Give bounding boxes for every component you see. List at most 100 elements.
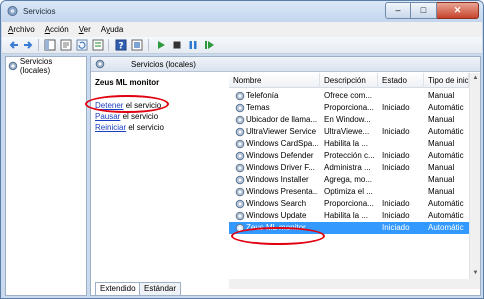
service-gear-icon bbox=[235, 211, 245, 221]
service-row[interactable]: Ubicador de llama... En Window... Manual bbox=[229, 114, 480, 126]
minimize-button[interactable]: ‒ bbox=[385, 2, 411, 19]
service-description-cell: En Window... bbox=[324, 115, 371, 124]
pause-icon[interactable] bbox=[187, 39, 199, 51]
service-row[interactable]: Windows CardSpa... Habilita la ... Manual bbox=[229, 138, 480, 150]
service-startup-cell: Automátic bbox=[428, 199, 464, 208]
service-startup-cell: Automátic bbox=[428, 103, 464, 112]
pause-service-link[interactable]: Pausar bbox=[95, 112, 120, 121]
column-description[interactable]: Descripción bbox=[320, 73, 378, 88]
service-description-cell: Protección c... bbox=[324, 151, 375, 160]
title-bar[interactable]: Servicios ‒ □ ✕ bbox=[1, 1, 483, 22]
menu-accion[interactable]: Acción bbox=[45, 25, 69, 34]
service-description-panel: Zeus ML monitor Detener el servicio Paus… bbox=[91, 73, 229, 279]
horizontal-scrollbar[interactable] bbox=[229, 279, 480, 289]
menu-archivo[interactable]: Archivo bbox=[8, 25, 35, 34]
column-header-row: Nombre Descripción Estado Tipo de inic bbox=[229, 73, 480, 88]
service-gear-icon bbox=[235, 127, 245, 137]
console-tree-icon[interactable] bbox=[44, 39, 56, 51]
close-button[interactable]: ✕ bbox=[437, 2, 479, 19]
svg-text:?: ? bbox=[118, 42, 123, 52]
service-row[interactable]: Windows Driver F... Administra ... Iniciad… bbox=[229, 162, 480, 174]
service-description-cell: Optimiza el ... bbox=[324, 187, 373, 196]
service-gear-icon bbox=[235, 103, 245, 113]
service-status-cell: Iniciado bbox=[382, 223, 410, 232]
selected-service-name: Zeus ML monitor bbox=[95, 78, 160, 87]
service-gear-icon bbox=[235, 151, 245, 161]
stop-service-link[interactable]: Detener bbox=[95, 101, 123, 110]
service-startup-cell: Automátic bbox=[428, 211, 464, 220]
properties-icon[interactable] bbox=[60, 39, 72, 51]
restart-icon[interactable] bbox=[203, 39, 215, 51]
services-rows: Telefonía Ofrece com... Manual Temas Proporc… bbox=[229, 90, 480, 234]
vertical-scrollbar[interactable]: ▲ ▼ bbox=[469, 73, 480, 279]
menu-ver[interactable]: Ver bbox=[79, 25, 91, 34]
tab-extended[interactable]: Extendido bbox=[95, 282, 141, 295]
service-row[interactable]: Windows Installer Agrega, mo... Manual bbox=[229, 174, 480, 186]
service-name-cell: Windows Defender bbox=[246, 151, 314, 160]
service-row[interactable]: Temas Proporciona... Iniciado Automátic bbox=[229, 102, 480, 114]
column-name[interactable]: Nombre bbox=[229, 73, 320, 88]
service-gear-icon bbox=[235, 187, 245, 197]
service-status-cell: Iniciado bbox=[382, 103, 410, 112]
service-name-cell: Windows CardSpa... bbox=[246, 139, 318, 148]
play-icon[interactable] bbox=[155, 39, 167, 51]
tree-item-services-local[interactable]: Servicios (locales) bbox=[8, 56, 84, 75]
service-row[interactable]: Windows Search Proporciona... Iniciado Auto… bbox=[229, 198, 480, 210]
service-status-cell: Iniciado bbox=[382, 211, 410, 220]
menu-ayuda[interactable]: Ayuda bbox=[101, 25, 124, 34]
service-startup-cell: Manual bbox=[428, 115, 455, 124]
tab-standard[interactable]: Estándar bbox=[139, 282, 182, 295]
service-row[interactable]: UltraViewer Service UltraViewe... Iniciado… bbox=[229, 126, 480, 138]
service-gear-icon bbox=[235, 223, 245, 233]
gear-icon bbox=[8, 61, 18, 70]
service-startup-cell: Automátic bbox=[428, 127, 464, 136]
service-description-cell: Agrega, mo... bbox=[324, 175, 373, 184]
service-name-cell: Temas bbox=[246, 103, 270, 112]
service-actions: Detener el servicio Pausar el servicio R… bbox=[95, 100, 164, 133]
service-gear-icon bbox=[235, 175, 245, 185]
service-name-cell: Windows Update bbox=[246, 211, 307, 220]
service-row[interactable]: Telefonía Ofrece com... Manual bbox=[229, 90, 480, 102]
console-tree-pane: Servicios (locales) bbox=[5, 56, 87, 296]
service-startup-cell: Manual bbox=[428, 175, 455, 184]
service-description-cell: Habilita la ... bbox=[324, 139, 369, 148]
view-tabs: Extendido Estándar bbox=[91, 279, 229, 295]
service-gear-icon bbox=[235, 139, 245, 149]
maximize-button[interactable]: □ bbox=[411, 2, 437, 19]
service-gear-icon bbox=[235, 91, 245, 101]
restart-action: Reiniciar el servicio bbox=[95, 123, 164, 132]
services-window: Servicios ‒ □ ✕ Archivo Acción Ver Ayuda… bbox=[0, 0, 484, 299]
refresh-icon[interactable] bbox=[76, 39, 88, 51]
back-icon[interactable] bbox=[8, 39, 20, 51]
service-description-cell: Proporciona... bbox=[324, 199, 374, 208]
stop-action: Detener el servicio bbox=[95, 101, 162, 110]
pause-action: Pausar el servicio bbox=[95, 112, 159, 121]
minimize-icon: ‒ bbox=[395, 5, 401, 15]
service-status-cell bbox=[382, 186, 422, 198]
scroll-down-icon[interactable]: ▼ bbox=[470, 268, 480, 279]
service-status-cell: Iniciado bbox=[382, 199, 410, 208]
service-row[interactable]: Windows Defender Protección c... Iniciado A… bbox=[229, 150, 480, 162]
tree-item-label: Servicios (locales) bbox=[19, 56, 53, 75]
service-row-selected[interactable]: Zeus ML monitor Iniciado Automátic bbox=[229, 222, 480, 234]
service-row[interactable]: Windows Update Habilita la ... Iniciado Aut… bbox=[229, 210, 480, 222]
service-status-cell bbox=[382, 90, 422, 102]
service-status-cell: Iniciado bbox=[382, 163, 410, 172]
restart-service-link[interactable]: Reiniciar bbox=[95, 123, 126, 132]
column-startup-type[interactable]: Tipo de inic bbox=[424, 73, 469, 88]
service-name-cell: Windows Presenta... bbox=[246, 187, 318, 196]
help-icon[interactable]: ? bbox=[115, 39, 127, 51]
forward-icon[interactable] bbox=[22, 39, 34, 51]
stop-icon[interactable] bbox=[171, 39, 183, 51]
service-status-cell bbox=[382, 174, 422, 186]
service-description-cell: Administra ... bbox=[324, 163, 371, 172]
export-icon[interactable] bbox=[92, 39, 104, 51]
window-controls: ‒ □ ✕ bbox=[385, 2, 479, 19]
column-status[interactable]: Estado bbox=[378, 73, 424, 88]
service-gear-icon bbox=[235, 163, 245, 173]
service-status-cell: Iniciado bbox=[382, 127, 410, 136]
snapin-icon[interactable] bbox=[131, 39, 143, 51]
service-status-cell bbox=[382, 114, 422, 126]
service-row[interactable]: Windows Presenta... Optimiza el ... Manual bbox=[229, 186, 480, 198]
scroll-up-icon[interactable]: ▲ bbox=[470, 73, 480, 84]
